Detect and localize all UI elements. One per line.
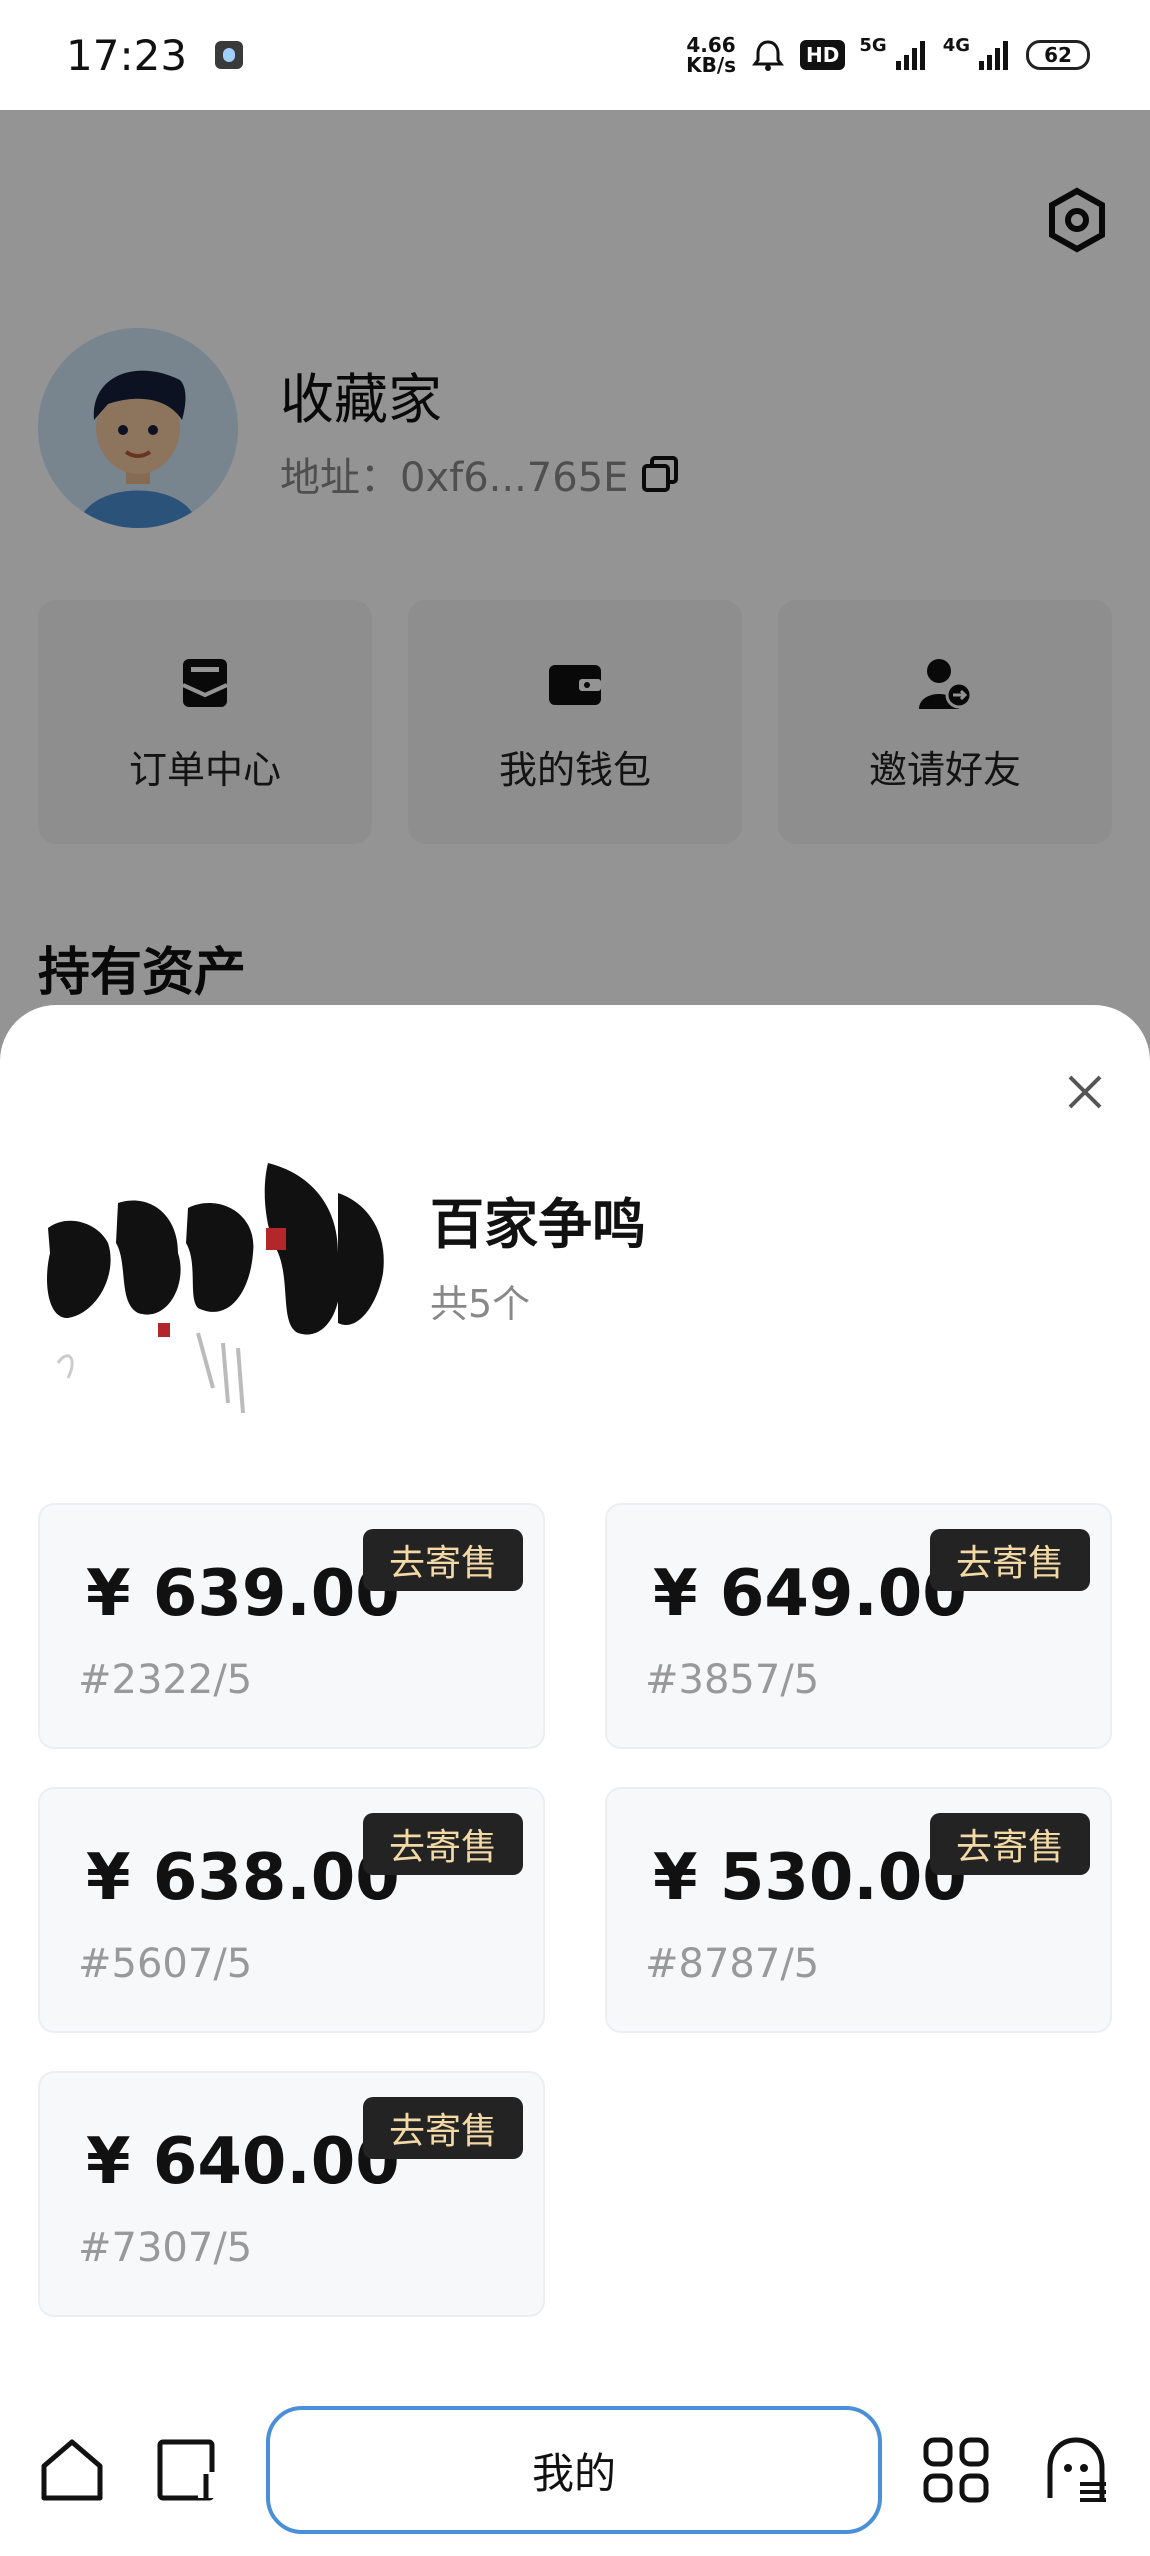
item-serial: #8787/5: [645, 1941, 820, 1987]
app-notification-icon: [215, 41, 244, 69]
network-speed-unit: KB/s: [686, 53, 737, 77]
item-price: ¥ 530.00: [653, 1841, 967, 1915]
item-price: ¥ 640.00: [86, 2125, 400, 2199]
consign-button[interactable]: 去寄售: [930, 1813, 1090, 1875]
status-bar: 17:23 4.66 KB/s HD 5G 4G 62: [0, 0, 1150, 110]
item-serial: #3857/5: [645, 1657, 820, 1703]
status-left: 17:23: [66, 30, 244, 80]
consign-button[interactable]: 去寄售: [930, 1529, 1090, 1591]
signal-2-icon: [979, 41, 1008, 70]
calligraphy-artwork: [38, 1133, 392, 1433]
hd-badge: HD: [800, 40, 846, 70]
bottom-nav: 我的: [0, 2392, 1150, 2556]
apps-icon[interactable]: [920, 2434, 992, 2506]
owned-item-card[interactable]: ¥ 640.00 #7307/5 去寄售: [38, 2071, 545, 2317]
close-icon[interactable]: [1058, 1065, 1112, 1119]
consign-button[interactable]: 去寄售: [363, 2097, 523, 2159]
tab-mine[interactable]: 我的: [266, 2406, 882, 2534]
item-serial: #7307/5: [78, 2225, 253, 2271]
item-serial: #2322/5: [78, 1657, 253, 1703]
consign-button[interactable]: 去寄售: [363, 1813, 523, 1875]
owned-item-card[interactable]: ¥ 639.00 #2322/5 去寄售: [38, 1503, 545, 1749]
item-serial: #5607/5: [78, 1941, 253, 1987]
item-price: ¥ 649.00: [653, 1557, 967, 1631]
collection-name: 百家争鸣: [430, 1193, 646, 1256]
signal-1-label: 5G: [859, 35, 887, 56]
signal-1-icon: [895, 41, 925, 70]
alarm-icon: [752, 40, 785, 71]
market-icon[interactable]: [152, 2434, 224, 2506]
collection-count: 共5个: [430, 1282, 531, 1326]
collection-sheet: 百家争鸣 共5个 ¥ 639.00 #2322/5 去寄售 ¥ 649.00 #…: [0, 1005, 1150, 2556]
owned-items-grid: ¥ 639.00 #2322/5 去寄售 ¥ 649.00 #3857/5 去寄…: [38, 1503, 1112, 2317]
status-time: 17:23: [66, 30, 188, 80]
consign-button[interactable]: 去寄售: [363, 1529, 523, 1591]
status-right: 4.66 KB/s HD 5G 4G 62: [686, 35, 1090, 75]
battery-indicator: 62: [1026, 40, 1090, 70]
owned-item-card[interactable]: ¥ 530.00 #8787/5 去寄售: [605, 1787, 1112, 2033]
owned-item-card[interactable]: ¥ 649.00 #3857/5 去寄售: [605, 1503, 1112, 1749]
item-price: ¥ 638.00: [86, 1841, 400, 1915]
chat-icon[interactable]: [1040, 2434, 1112, 2506]
network-speed: 4.66 KB/s: [686, 35, 736, 75]
item-price: ¥ 639.00: [86, 1557, 400, 1631]
collection-thumbnail: [38, 1133, 392, 1433]
network-speed-value: 4.66: [686, 33, 736, 57]
signal-2-label: 4G: [942, 35, 970, 56]
home-icon[interactable]: [36, 2434, 108, 2506]
owned-item-card[interactable]: ¥ 638.00 #5607/5 去寄售: [38, 1787, 545, 2033]
